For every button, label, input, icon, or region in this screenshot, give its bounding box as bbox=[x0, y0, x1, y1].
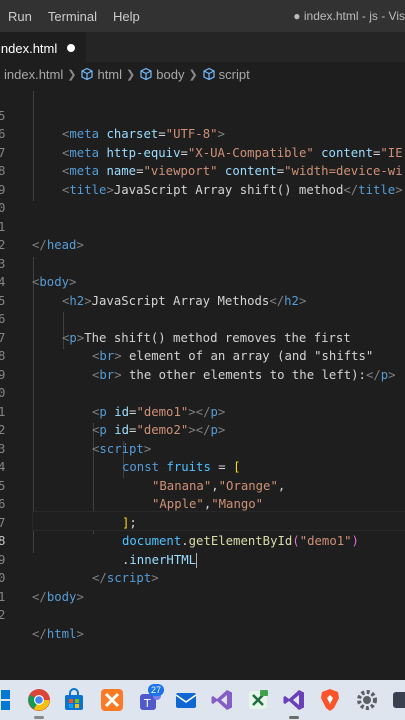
brave-icon[interactable] bbox=[318, 688, 342, 712]
code-line: 3 <body> bbox=[0, 256, 77, 290]
vscode-icon[interactable] bbox=[282, 688, 306, 712]
code-line: 0 bbox=[0, 181, 405, 215]
code-line: 1 bbox=[0, 569, 405, 604]
code-line: 6 <meta http-equiv="X-UA-Compatible" con… bbox=[0, 127, 403, 160]
code-line: 8 <title>JavaScript Array shift() method… bbox=[0, 164, 403, 197]
chrome-icon[interactable] bbox=[27, 688, 51, 712]
teams-icon[interactable]: T 27 bbox=[138, 684, 165, 712]
code-line: 7 <br> element of an array (and "shifts" bbox=[0, 330, 374, 364]
mail-icon[interactable] bbox=[174, 688, 198, 712]
line-number: 2 bbox=[0, 608, 6, 622]
menu-run[interactable]: Run bbox=[0, 9, 40, 24]
code-line: 8 <br> the other elements to the left):<… bbox=[0, 349, 396, 382]
unsaved-dot-icon[interactable] bbox=[67, 44, 76, 52]
element-icon bbox=[203, 67, 215, 81]
breadcrumb-body[interactable]: body bbox=[139, 67, 184, 82]
breadcrumb-file-label: index.html bbox=[4, 66, 64, 82]
code-line: 9 bbox=[0, 162, 405, 197]
code-line: 9 </script> bbox=[0, 552, 159, 586]
breadcrumb-file[interactable]: index.html bbox=[0, 67, 63, 82]
xampp-icon[interactable] bbox=[100, 688, 124, 712]
window-title: ● index.html - js - Vis bbox=[293, 9, 405, 23]
code-line: 1 <p id="demo2"></p> bbox=[0, 404, 226, 438]
other-icon[interactable] bbox=[392, 688, 405, 712]
chevron-right-icon: ❯ bbox=[188, 68, 198, 81]
active-app-indicator bbox=[34, 716, 44, 719]
code-editor[interactable]: 5 <meta charset="UTF-8"> 6 <meta http-eq… bbox=[0, 86, 405, 680]
code-line: 6 ]; bbox=[0, 497, 137, 530]
menu-bar: Run Terminal Help ● index.html - js - Vi… bbox=[0, 0, 405, 32]
svg-text:T: T bbox=[143, 697, 151, 710]
chevron-right-icon: ❯ bbox=[126, 68, 136, 81]
settings-icon[interactable] bbox=[355, 688, 379, 712]
code-line: 6 <p>The shift() method removes the firs… bbox=[0, 312, 351, 345]
code-line: 5 <meta charset="UTF-8"> bbox=[0, 108, 225, 142]
breadcrumb-script[interactable]: script bbox=[202, 67, 250, 82]
menu-help[interactable]: Help bbox=[105, 9, 148, 24]
visual-studio-icon[interactable] bbox=[210, 688, 234, 712]
notification-badge: 27 bbox=[148, 684, 165, 696]
active-app-indicator bbox=[289, 716, 299, 719]
code-line: 2 </html> bbox=[0, 608, 84, 641]
taskbar: T 27 bbox=[0, 680, 405, 720]
code-line-active: 8 .innerHTML bbox=[0, 534, 198, 568]
code-line: 3 const fruits = [ bbox=[0, 441, 241, 475]
code-line: 9 bbox=[0, 347, 405, 382]
code-line: 0 </body> bbox=[0, 571, 84, 604]
tab-index-html[interactable]: index.html bbox=[0, 32, 86, 63]
breadcrumb-script-label: script bbox=[218, 66, 250, 82]
windows-partial-icon[interactable] bbox=[0, 688, 12, 712]
code-line: 2 bbox=[0, 218, 405, 252]
breadcrumb-html[interactable]: html bbox=[80, 67, 122, 82]
code-line: 7 document.getElementById("demo1") bbox=[0, 515, 359, 549]
code-line: 1 </head> bbox=[0, 219, 84, 253]
element-icon bbox=[140, 67, 152, 81]
code-line: 4 "Banana","Orange", bbox=[0, 460, 286, 493]
code-line: 0 <p id="demo1"></p> bbox=[0, 386, 226, 419]
store-icon[interactable] bbox=[62, 688, 86, 712]
breadcrumb-html-label: html bbox=[97, 66, 123, 82]
element-icon bbox=[81, 67, 94, 81]
tab-bar: index.html bbox=[0, 32, 405, 63]
tab-label: index.html bbox=[0, 40, 58, 56]
menu-terminal[interactable]: Terminal bbox=[40, 9, 105, 24]
excel-icon[interactable] bbox=[246, 688, 270, 712]
chevron-right-icon: ❯ bbox=[67, 68, 77, 81]
breadcrumb-body-label: body bbox=[156, 66, 185, 82]
code-line: 5 "Apple","Mango" bbox=[0, 478, 264, 512]
code-line: 7 <meta name="viewport" content="width=d… bbox=[0, 145, 403, 179]
breadcrumb: index.html ❯ html ❯ body ❯ script bbox=[0, 63, 405, 85]
code-line: 4 <h2>JavaScript Array Methods</h2> bbox=[0, 275, 307, 308]
code-line: 5 bbox=[0, 273, 405, 308]
code-line: 2 <script> bbox=[0, 423, 152, 456]
